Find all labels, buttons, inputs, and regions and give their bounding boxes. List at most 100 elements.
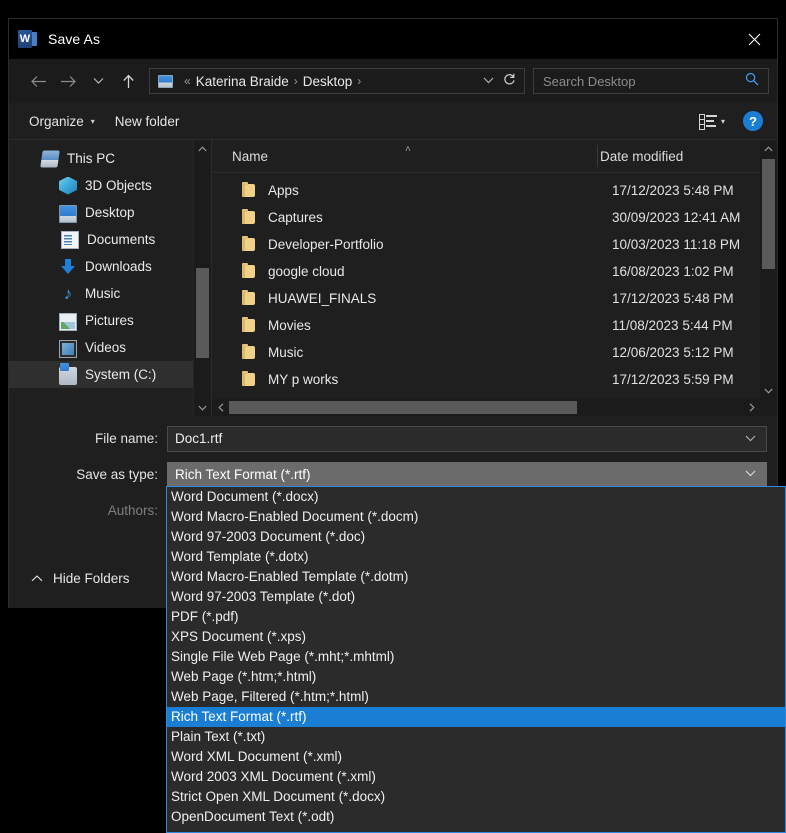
sidebar-item-3d-objects[interactable]: 3D Objects — [9, 172, 211, 199]
breadcrumb-separator[interactable]: › — [294, 74, 298, 88]
downloads-icon — [59, 258, 77, 276]
save-as-type-label: Save as type: — [9, 467, 167, 482]
hscroll-right-chevron-right-icon[interactable] — [743, 399, 760, 416]
sidebar-item-this-pc[interactable]: This PC — [9, 145, 211, 172]
dropdown-option[interactable]: Word Macro-Enabled Document (*.docm) — [167, 507, 785, 527]
dropdown-option[interactable]: Strict Open XML Document (*.docx) — [167, 787, 785, 807]
file-scroll-thumb[interactable] — [762, 159, 775, 269]
organize-chevron-down-icon: ▾ — [91, 117, 95, 126]
sidebar-scroll-thumb[interactable] — [196, 268, 209, 358]
dropdown-option[interactable]: Plain Text (*.txt) — [167, 727, 785, 747]
dropdown-option[interactable]: XPS Document (*.xps) — [167, 627, 785, 647]
documents-icon — [61, 231, 79, 249]
sidebar-item-music[interactable]: ♪ Music — [9, 280, 211, 307]
sidebar-item-downloads[interactable]: Downloads — [9, 253, 211, 280]
new-folder-label: New folder — [115, 114, 180, 129]
dropdown-option-selected[interactable]: Rich Text Format (*.rtf) — [167, 707, 785, 727]
new-folder-button[interactable]: New folder — [115, 114, 180, 129]
dropdown-option[interactable]: Word Template (*.dotx) — [167, 547, 785, 567]
sidebar-item-documents[interactable]: Documents — [9, 226, 211, 253]
sidebar-label: Music — [85, 286, 120, 301]
table-row[interactable]: google cloud 16/08/2023 1:02 PM — [212, 258, 777, 285]
file-name-input[interactable]: Doc1.rtf — [167, 426, 767, 452]
sidebar-item-system-c[interactable]: System (C:) — [9, 361, 211, 388]
save-as-type-row: Save as type: Rich Text Format (*.rtf) — [9, 461, 777, 488]
table-row[interactable]: HUAWEI_FINALS 17/12/2023 5:48 PM — [212, 285, 777, 312]
forward-icon[interactable] — [53, 66, 83, 96]
search-icon[interactable] — [745, 72, 759, 91]
dropdown-option[interactable]: Word 97-2003 Document (*.doc) — [167, 527, 785, 547]
change-view-button[interactable] — [699, 114, 721, 128]
sidebar-scrollbar[interactable] — [193, 140, 211, 416]
dropdown-option[interactable]: Word Macro-Enabled Template (*.dotm) — [167, 567, 785, 587]
sidebar-scroll-down-chevron-down-icon[interactable] — [194, 399, 211, 416]
table-row[interactable]: Movies 11/08/2023 5:44 PM — [212, 312, 777, 339]
organize-label: Organize — [29, 114, 84, 129]
table-row[interactable]: Captures 30/09/2023 12:41 AM — [212, 204, 777, 231]
dropdown-option[interactable]: Word Document (*.docx) — [167, 487, 785, 507]
dropdown-option[interactable]: Web Page, Filtered (*.htm;*.html) — [167, 687, 785, 707]
folder-icon — [242, 319, 255, 332]
browser-body: This PC 3D Objects Desktop Documents Dow… — [9, 140, 777, 416]
file-name: HUAWEI_FINALS — [268, 291, 598, 306]
table-row[interactable]: Apps 17/12/2023 5:48 PM — [212, 177, 777, 204]
help-button[interactable]: ? — [743, 111, 763, 131]
dropdown-option[interactable]: Web Page (*.htm;*.html) — [167, 667, 785, 687]
file-scroll-down-chevron-down-icon[interactable] — [760, 382, 777, 399]
save-as-type-dropdown-list[interactable]: Word Document (*.docx) Word Macro-Enable… — [166, 486, 786, 833]
file-list-horizontal-scrollbar[interactable] — [212, 399, 760, 416]
drive-icon — [59, 367, 77, 385]
breadcrumb-user[interactable]: Katerina Braide — [196, 74, 289, 89]
column-header-date-modified[interactable]: Date modified — [586, 149, 683, 164]
music-icon: ♪ — [59, 285, 77, 303]
sidebar-item-videos[interactable]: Videos — [9, 334, 211, 361]
recent-locations-chevron-down-icon[interactable] — [83, 66, 113, 96]
sidebar-scroll-up-chevron-up-icon[interactable] — [194, 140, 211, 157]
close-icon[interactable] — [731, 19, 777, 59]
organize-button[interactable]: Organize ▾ — [29, 114, 95, 129]
address-bar[interactable]: « Katerina Braide › Desktop › — [149, 68, 525, 94]
view-chevron-down-icon[interactable]: ▾ — [721, 117, 725, 126]
file-list-vertical-scrollbar[interactable] — [760, 140, 777, 416]
dropdown-option[interactable]: Single File Web Page (*.mht;*.mhtml) — [167, 647, 785, 667]
sort-ascending-icon: ˄ — [405, 144, 411, 155]
save-as-type-value: Rich Text Format (*.rtf) — [168, 467, 745, 482]
sidebar-item-pictures[interactable]: Pictures — [9, 307, 211, 334]
column-name-label: Name — [232, 149, 268, 164]
save-as-type-chevron-down-icon[interactable] — [745, 468, 766, 480]
dropdown-option[interactable]: PDF (*.pdf) — [167, 607, 785, 627]
address-chevron-down-icon[interactable] — [483, 75, 494, 87]
column-header-name[interactable]: ˄ Name — [212, 149, 586, 164]
file-rows: Apps 17/12/2023 5:48 PM Captures 30/09/2… — [212, 173, 777, 393]
desktop-folder-icon — [158, 75, 173, 88]
back-icon[interactable] — [23, 66, 53, 96]
column-divider[interactable] — [597, 145, 598, 167]
dropdown-option[interactable]: Word 97-2003 Template (*.dot) — [167, 587, 785, 607]
dropdown-option[interactable]: Word XML Document (*.xml) — [167, 747, 785, 767]
breadcrumb-desktop[interactable]: Desktop — [303, 74, 353, 89]
hscroll-track[interactable] — [229, 399, 743, 416]
folder-icon — [242, 292, 255, 305]
file-name-chevron-down-icon[interactable] — [745, 433, 766, 445]
search-input[interactable]: Search Desktop — [543, 74, 745, 89]
sidebar-label: This PC — [67, 151, 115, 166]
table-row[interactable]: Developer-Portfolio 10/03/2023 11:18 PM — [212, 231, 777, 258]
hscroll-thumb[interactable] — [229, 401, 577, 414]
table-row[interactable]: MY p works 17/12/2023 5:59 PM — [212, 366, 777, 393]
search-box[interactable]: Search Desktop — [533, 68, 769, 94]
dropdown-option[interactable]: Word 2003 XML Document (*.xml) — [167, 767, 785, 787]
file-name-value: Doc1.rtf — [168, 431, 745, 446]
folder-icon — [242, 211, 255, 224]
hscroll-left-chevron-left-icon[interactable] — [212, 399, 229, 416]
hide-folders-button[interactable]: Hide Folders — [31, 571, 130, 586]
table-row[interactable]: Music 12/06/2023 5:12 PM — [212, 339, 777, 366]
folder-icon — [242, 346, 255, 359]
sidebar-item-desktop[interactable]: Desktop — [9, 199, 211, 226]
file-scroll-up-chevron-up-icon[interactable] — [760, 140, 777, 157]
up-arrow-icon[interactable] — [113, 66, 143, 96]
refresh-icon[interactable] — [503, 73, 516, 89]
breadcrumb-separator-end[interactable]: › — [357, 74, 361, 88]
save-as-type-combobox[interactable]: Rich Text Format (*.rtf) — [167, 462, 767, 488]
this-pc-icon — [40, 150, 60, 167]
dropdown-option[interactable]: OpenDocument Text (*.odt) — [167, 807, 785, 827]
